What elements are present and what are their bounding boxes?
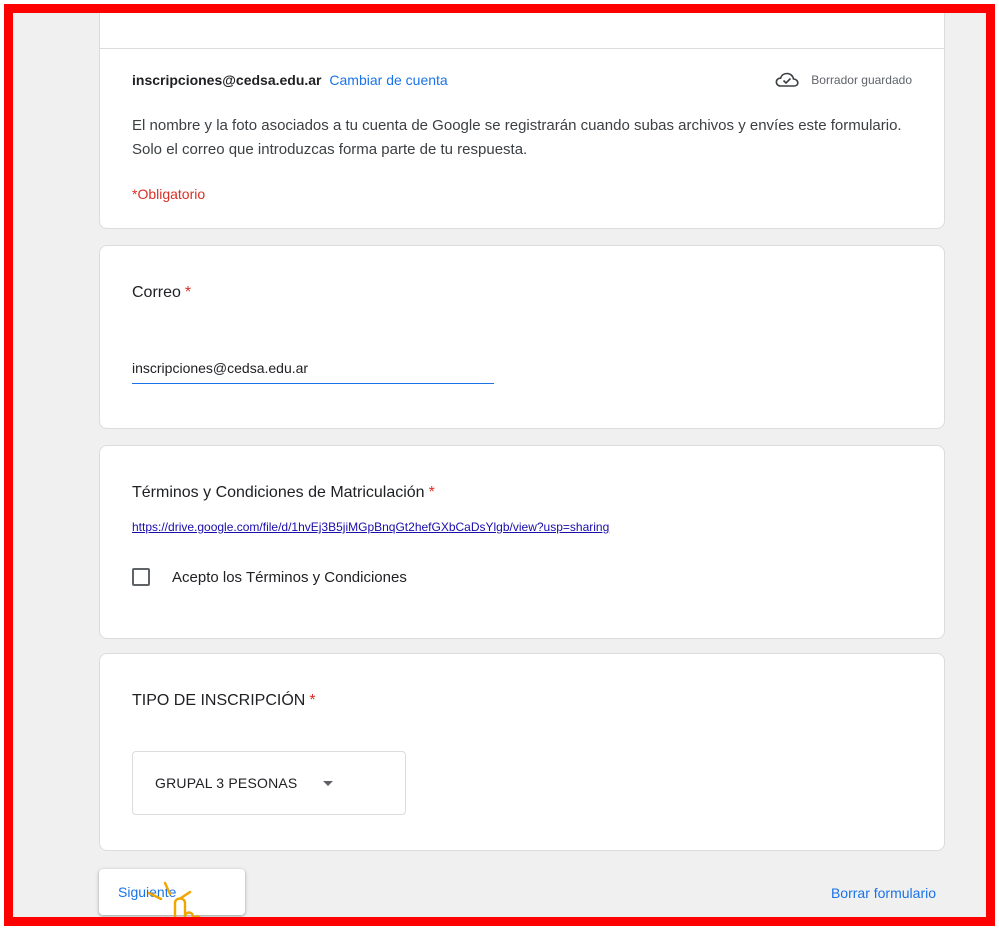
terms-question-label: Términos y Condiciones de Matriculación [132,484,425,501]
switch-account-link[interactable]: Cambiar de cuenta [329,72,447,88]
hand-pointer-icon [147,881,201,917]
account-notice: El nombre y la foto asociados a tu cuent… [132,117,902,158]
accept-terms-checkbox[interactable] [132,568,150,586]
terms-document-link[interactable]: https://drive.google.com/file/d/1hvEj3B5… [132,520,609,534]
terms-question-title: Términos y Condiciones de Matriculación * [132,484,435,502]
account-line: inscripciones@cedsa.edu.ar Cambiar de cu… [132,72,448,88]
cloud-check-icon [775,72,799,87]
account-email: inscripciones@cedsa.edu.ar [132,72,322,88]
email-question-label: Correo [132,284,181,301]
registration-type-selected[interactable]: GRUPAL 3 PESONAS [155,775,297,791]
email-input[interactable] [132,353,494,384]
clear-form-link[interactable]: Borrar formulario [831,885,936,901]
email-question-card: Correo * [99,245,945,429]
terms-question-card: Términos y Condiciones de Matriculación *… [99,445,945,639]
registration-type-label: TIPO DE INSCRIPCIÓN [132,692,306,709]
dropdown-caret-icon[interactable] [323,780,334,786]
header-divider [100,48,944,49]
registration-type-dropdown[interactable]: GRUPAL 3 PESONAS [132,751,406,815]
required-note: *Obligatorio [132,186,206,202]
draft-status: Borrador guardado [775,72,912,88]
required-asterisk: * [428,484,435,501]
highlight-frame: inscripciones@cedsa.edu.ar Cambiar de cu… [4,4,995,926]
email-question-title: Correo * [132,284,191,302]
accept-terms-option[interactable]: Acepto los Términos y Condiciones [132,568,407,586]
registration-type-card: TIPO DE INSCRIPCIÓN * GRUPAL 3 PESONAS [99,653,945,851]
form-header-card: inscripciones@cedsa.edu.ar Cambiar de cu… [99,13,945,229]
accept-terms-label[interactable]: Acepto los Términos y Condiciones [172,569,407,586]
draft-status-text: Borrador guardado [811,73,912,87]
registration-type-title: TIPO DE INSCRIPCIÓN * [132,692,316,710]
required-asterisk: * [184,284,192,301]
required-asterisk: * [309,692,316,709]
